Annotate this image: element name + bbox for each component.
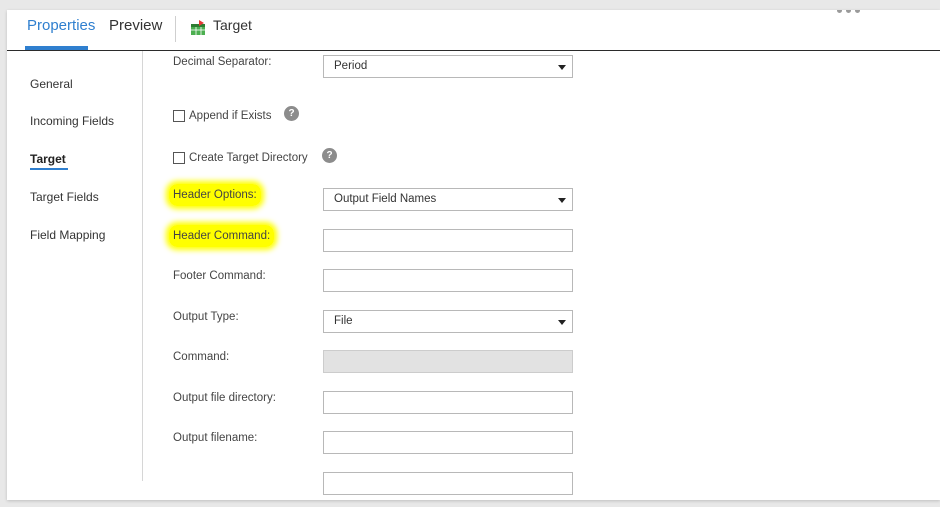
checkbox-box[interactable]	[173, 110, 185, 122]
tab-preview[interactable]: Preview	[109, 17, 162, 34]
sidebar-item-incoming-fields[interactable]: Incoming Fields	[30, 114, 114, 128]
header-options-label: Header Options:	[169, 184, 261, 206]
create-target-directory-label: Create Target Directory	[189, 152, 308, 164]
tab-properties[interactable]: Properties	[27, 17, 95, 34]
decimal-separator-label: Decimal Separator:	[173, 56, 272, 68]
properties-panel: Properties Preview Target General Incomi…	[7, 10, 940, 500]
output-type-value: File	[334, 315, 353, 327]
active-tab-indicator	[25, 46, 88, 50]
sidebar-item-general[interactable]: General	[30, 77, 73, 91]
header-options-select[interactable]: Output Field Names	[323, 188, 573, 211]
decimal-separator-select[interactable]: Period	[323, 55, 573, 78]
header-command-label: Header Command:	[169, 225, 275, 247]
help-icon[interactable]: ?	[284, 106, 299, 121]
create-target-directory-checkbox[interactable]: Create Target Directory	[173, 152, 308, 164]
output-file-directory-input[interactable]	[323, 391, 573, 414]
object-name: Target	[213, 17, 252, 33]
output-filename-input[interactable]	[323, 431, 573, 454]
tab-bar: Properties Preview Target	[7, 10, 940, 51]
decimal-separator-value: Period	[334, 60, 368, 72]
target-table-icon	[191, 20, 205, 35]
output-type-select[interactable]: File	[323, 310, 573, 333]
footer-command-input[interactable]	[323, 269, 573, 292]
sidebar-item-target[interactable]: Target	[30, 152, 66, 166]
append-if-exists-checkbox[interactable]: Append if Exists	[173, 110, 271, 122]
command-input	[323, 350, 573, 373]
header-options-highlight: Header Options:	[169, 184, 261, 206]
output-type-label: Output Type:	[173, 311, 239, 323]
header-command-input[interactable]	[323, 229, 573, 252]
sidebar-item-target-fields[interactable]: Target Fields	[30, 190, 99, 204]
tab-divider	[175, 16, 176, 42]
output-file-directory-label: Output file directory:	[173, 392, 276, 404]
header-command-highlight: Header Command:	[169, 225, 275, 247]
command-label: Command:	[173, 351, 230, 363]
footer-command-label: Footer Command:	[173, 270, 266, 282]
output-filename-label: Output filename:	[173, 432, 258, 444]
append-if-exists-label: Append if Exists	[189, 110, 272, 122]
help-icon[interactable]: ?	[322, 148, 337, 163]
next-field-input[interactable]	[323, 472, 573, 495]
sidebar: General Incoming Fields Target Target Fi…	[7, 51, 143, 481]
sidebar-item-field-mapping[interactable]: Field Mapping	[30, 228, 105, 242]
sidebar-active-indicator	[30, 168, 68, 170]
header-options-value: Output Field Names	[334, 193, 437, 205]
checkbox-box[interactable]	[173, 152, 185, 164]
